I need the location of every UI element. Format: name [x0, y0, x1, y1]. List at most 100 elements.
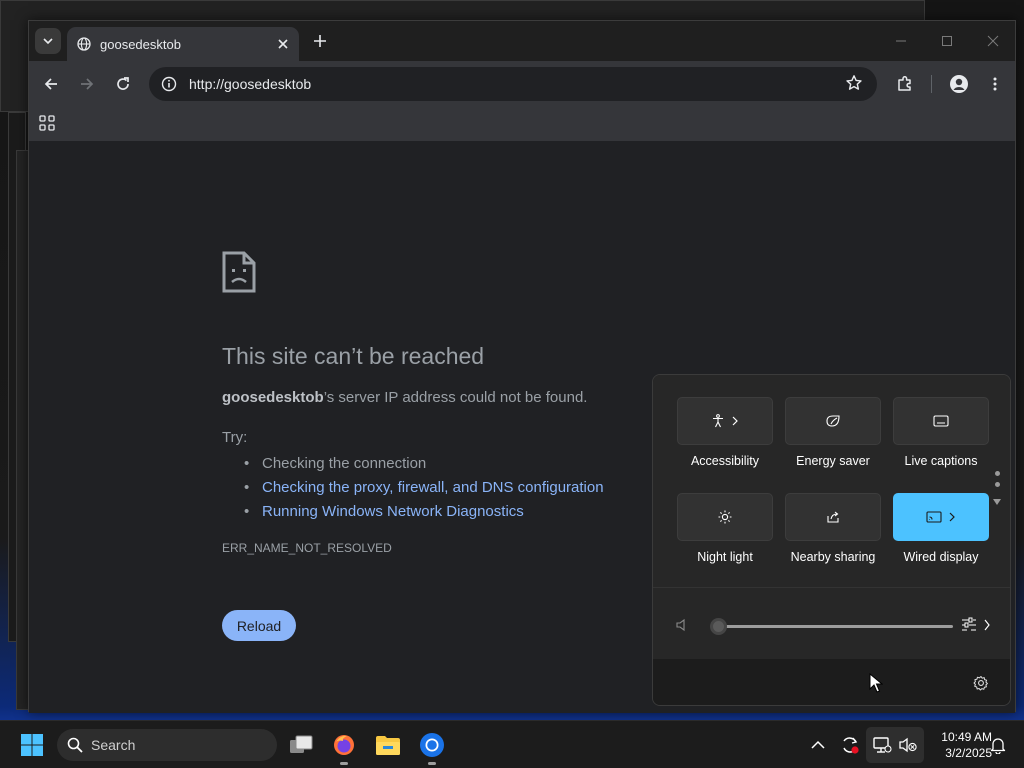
nearby-sharing-button[interactable]	[785, 493, 881, 541]
clock-time: 10:49 AM	[941, 730, 992, 744]
clock-date: 3/2/2025	[945, 746, 992, 760]
quick-settings-panel: Accessibility Energy saver Live captions…	[652, 374, 1011, 706]
audio-output-icon[interactable]	[961, 616, 983, 634]
forward-button[interactable]	[75, 72, 99, 96]
menu-button[interactable]	[983, 72, 1007, 96]
energy-saver-icon	[826, 415, 840, 427]
error-summary-text: ’s server IP address could not be found.	[323, 389, 588, 406]
minimize-button[interactable]	[889, 29, 913, 53]
task-view-icon	[290, 735, 313, 753]
speaker-muted-icon[interactable]	[675, 618, 689, 632]
night-light-button[interactable]	[677, 493, 773, 541]
new-tab-button[interactable]	[309, 30, 331, 52]
address-bar[interactable]: http://goosedesktob	[149, 67, 877, 101]
error-host: goosedesktob	[222, 389, 324, 406]
wired-display-icon	[926, 511, 942, 523]
arrow-right-icon	[81, 78, 94, 90]
tile-energy-saver[interactable]: Energy saver	[785, 397, 881, 468]
chrome-app[interactable]	[416, 729, 448, 765]
file-explorer-app[interactable]	[372, 729, 404, 761]
try-label: Try:	[222, 429, 248, 446]
pager-dot[interactable]	[994, 471, 1000, 476]
tab-search-button[interactable]	[35, 28, 61, 54]
error-code: ERR_NAME_NOT_RESOLVED	[222, 541, 392, 555]
search-label: Search	[91, 737, 136, 753]
pager-down-arrow-icon[interactable]	[992, 498, 1002, 506]
network-volume-tray[interactable]	[866, 727, 924, 763]
extensions-button[interactable]	[893, 72, 917, 96]
task-view-button[interactable]	[285, 729, 317, 761]
show-hidden-icons-button[interactable]	[802, 729, 834, 761]
tile-label: Accessibility	[690, 454, 760, 468]
windows-logo-icon	[21, 734, 43, 756]
sync-tray-button[interactable]	[834, 729, 866, 761]
nearby-sharing-icon	[827, 511, 839, 523]
running-indicator	[428, 762, 436, 765]
tile-accessibility[interactable]: Accessibility	[677, 397, 773, 468]
energy-saver-button[interactable]	[785, 397, 881, 445]
live-captions-icon	[933, 415, 949, 427]
apps-grid-icon[interactable]	[39, 115, 55, 131]
chevron-right-icon[interactable]	[983, 619, 991, 631]
search-icon	[67, 737, 83, 753]
taskbar-clock[interactable]: 10:49 AM 3/2/2025	[918, 729, 992, 761]
arrow-left-icon	[44, 78, 57, 90]
suggestion-check-connection: Checking the connection	[244, 452, 604, 476]
puzzle-icon	[898, 75, 911, 91]
reload-button[interactable]: Reload	[222, 610, 296, 641]
suggestion-proxy-link[interactable]: Checking the proxy, firewall, and DNS co…	[244, 476, 604, 500]
pager-dot[interactable]	[994, 482, 1000, 487]
tile-nearby-sharing[interactable]: Nearby sharing	[785, 493, 881, 564]
site-info-icon[interactable]	[161, 76, 177, 92]
tile-label: Night light	[697, 550, 753, 564]
close-window-button[interactable]	[981, 29, 1005, 53]
tile-label: Nearby sharing	[790, 550, 876, 564]
folder-icon	[376, 736, 400, 755]
refresh-button[interactable]	[111, 72, 135, 96]
tile-label: Wired display	[903, 550, 979, 564]
accessibility-icon	[713, 414, 723, 428]
suggestions-list: Checking the connection Checking the pro…	[244, 452, 604, 524]
toolbar-divider	[931, 75, 932, 93]
chevron-down-icon	[43, 38, 53, 45]
volume-slider-track[interactable]	[715, 625, 953, 628]
taskbar-search[interactable]: Search	[57, 729, 277, 761]
wired-display-button[interactable]	[893, 493, 989, 541]
settings-gear-icon[interactable]	[973, 675, 989, 691]
start-button[interactable]	[16, 729, 48, 761]
notifications-button[interactable]	[982, 729, 1014, 761]
tiles-pager[interactable]	[992, 471, 1002, 511]
error-title: This site can’t be reached	[222, 343, 485, 369]
volume-slider-thumb[interactable]	[710, 618, 727, 635]
back-button[interactable]	[39, 72, 63, 96]
sad-document-icon	[222, 251, 256, 293]
error-summary: goosedesktob’s server IP address could n…	[222, 389, 587, 406]
close-tab-icon[interactable]	[277, 38, 289, 50]
suggestion-diagnostics-link[interactable]: Running Windows Network Diagnostics	[244, 500, 604, 524]
tile-live-captions[interactable]: Live captions	[893, 397, 989, 468]
bookmark-star-icon[interactable]	[845, 74, 863, 92]
profile-button[interactable]	[947, 72, 971, 96]
tile-wired-display[interactable]: Wired display	[893, 493, 989, 564]
maximize-icon	[942, 36, 952, 46]
network-disconnected-icon	[873, 737, 892, 753]
night-light-icon	[718, 510, 732, 524]
tab-active[interactable]: goosedesktob	[67, 27, 299, 61]
firefox-app[interactable]	[328, 729, 360, 765]
quick-settings-footer	[653, 659, 1010, 705]
maximize-button[interactable]	[935, 29, 959, 53]
accessibility-button[interactable]	[677, 397, 773, 445]
chevron-up-icon	[811, 740, 825, 749]
tile-label: Live captions	[904, 454, 978, 468]
live-captions-button[interactable]	[893, 397, 989, 445]
chevron-right-icon	[732, 416, 738, 426]
profile-avatar-icon	[950, 75, 968, 93]
url-text[interactable]: http://goosedesktob	[189, 76, 311, 92]
bell-icon	[990, 738, 1006, 754]
volume-muted-icon	[899, 737, 917, 753]
plus-icon	[314, 35, 326, 47]
tile-night-light[interactable]: Night light	[677, 493, 773, 564]
tab-title: goosedesktob	[100, 36, 181, 52]
chrome-icon	[420, 733, 444, 757]
quick-settings-tiles: Accessibility Energy saver Live captions…	[653, 375, 1010, 587]
